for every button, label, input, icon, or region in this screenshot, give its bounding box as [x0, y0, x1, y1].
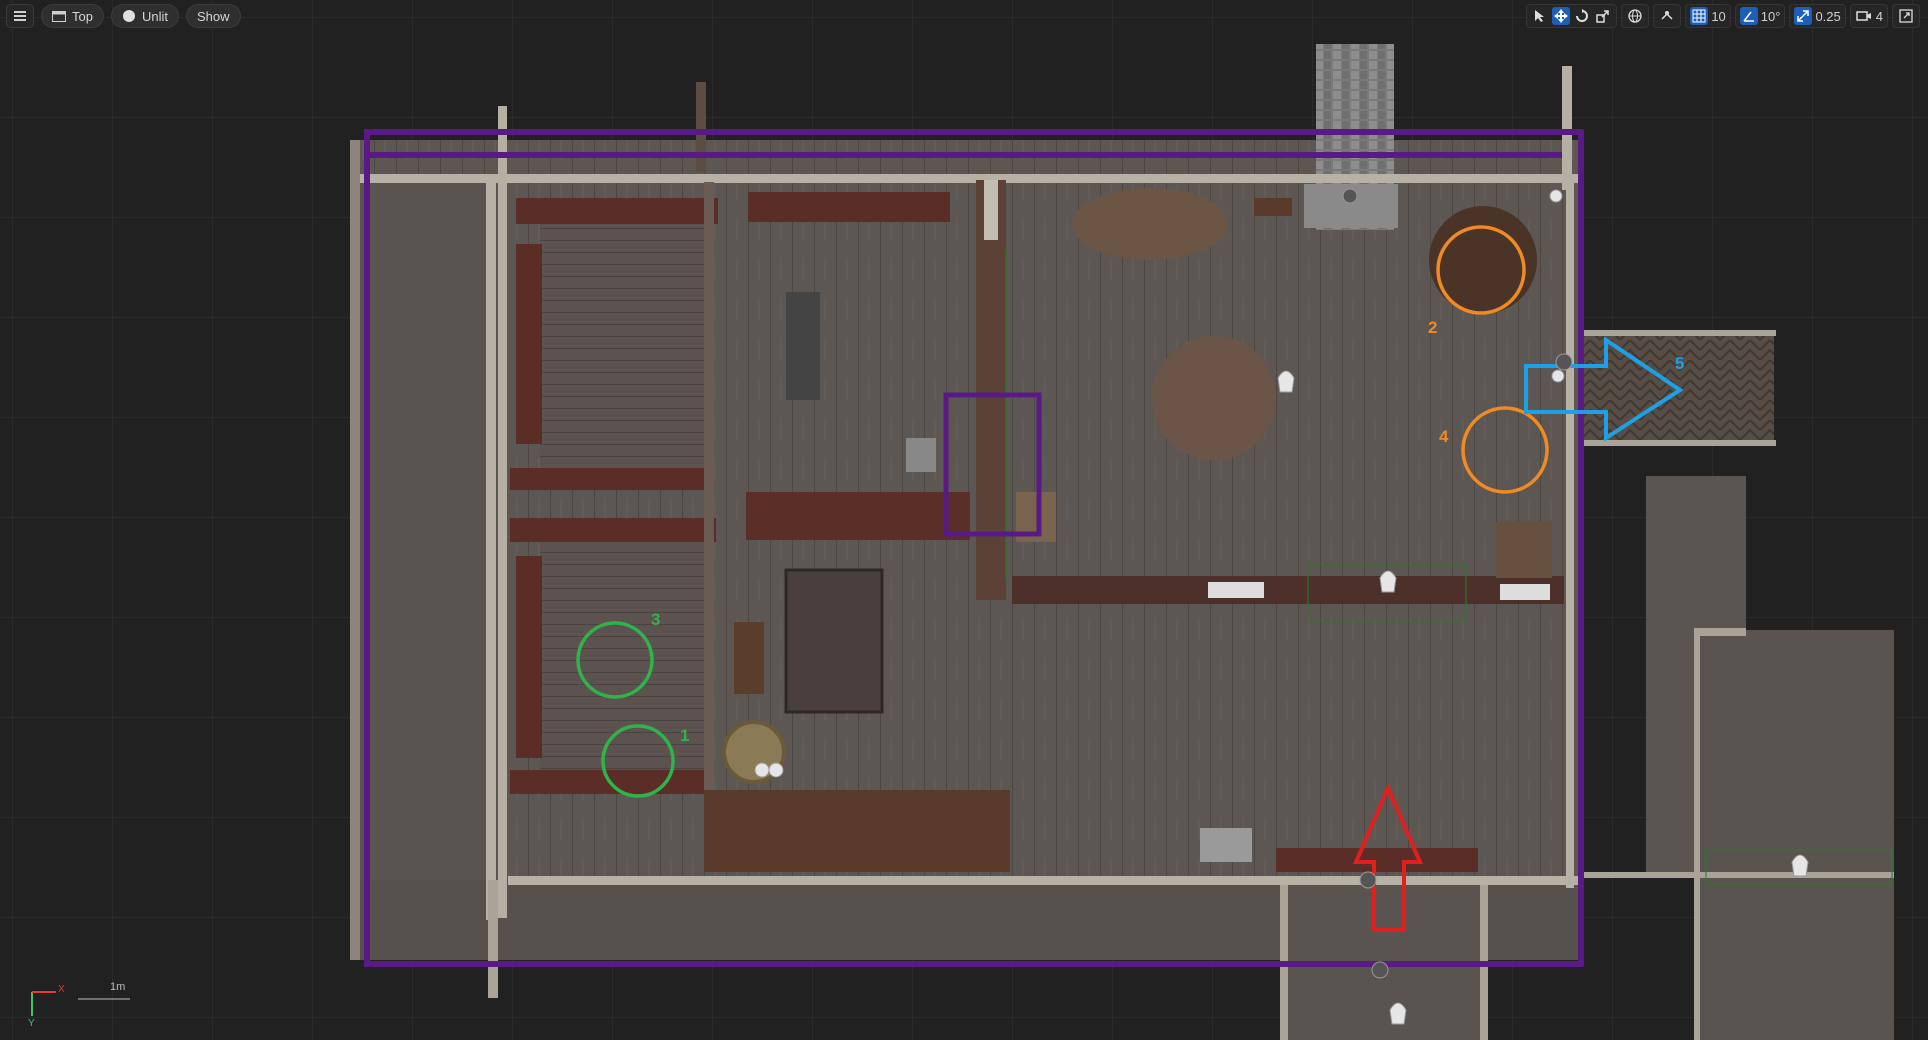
view-mode-button[interactable]: Top	[41, 4, 104, 28]
blue-arrow-label: 5	[1675, 354, 1685, 373]
scale-label: 1m	[110, 981, 126, 993]
show-label: Show	[196, 8, 230, 24]
center-partition	[976, 180, 1006, 600]
bed-top	[540, 222, 704, 468]
grid-snap-control[interactable]: 10	[1685, 4, 1731, 28]
lighting-mode-button[interactable]: Unlit	[110, 4, 179, 28]
rotate-tool-icon[interactable]	[1573, 7, 1591, 25]
long-table	[746, 492, 970, 540]
green-marker-3-label: 3	[651, 610, 661, 629]
coordinate-space-toggle[interactable]	[1621, 4, 1650, 28]
grid-snap-icon	[1690, 7, 1709, 25]
surface-snap-icon	[1658, 7, 1676, 25]
camera-speed-control[interactable]: 4	[1849, 4, 1888, 28]
lighting-mode-label: Unlit	[141, 8, 168, 24]
orange-marker-2-label: 2	[1428, 318, 1438, 337]
rotation-snap-control[interactable]: 10°	[1734, 4, 1786, 28]
camera-icon	[1855, 7, 1873, 25]
orange-marker-4-label: 4	[1439, 427, 1449, 446]
sphere-icon	[122, 9, 136, 23]
maximize-viewport-button[interactable]	[1892, 4, 1920, 28]
axis-gizmo: X Y	[26, 984, 66, 1029]
left-porch-floor	[356, 178, 488, 960]
translate-tool-icon[interactable]	[1552, 7, 1571, 25]
scale-tool-icon[interactable]	[1594, 7, 1612, 25]
oval-table	[1072, 188, 1228, 260]
scale-snap-icon	[1794, 7, 1813, 25]
level-viewport[interactable]: 3 1 2 4 5 X Y 1m Top Unlit Show 10 10° 0…	[0, 0, 1928, 1040]
viewport-window-icon	[52, 10, 66, 22]
viewport-menu-button[interactable]	[6, 4, 34, 28]
round-table-top-right	[1429, 206, 1537, 314]
north-wall	[354, 174, 1582, 183]
south-wall	[508, 876, 1580, 885]
south-bench	[704, 790, 1010, 872]
dark-rug	[786, 292, 820, 400]
level-top-view	[350, 44, 1894, 1040]
grid-snap-value: 10	[1711, 8, 1726, 24]
persian-rug	[784, 568, 884, 714]
viewport-toolbar-left: Top Unlit Show	[6, 4, 241, 28]
rotation-snap-value: 10°	[1760, 8, 1781, 24]
camera-speed-value: 4	[1875, 8, 1883, 24]
transform-tools	[1526, 4, 1618, 28]
scale-bar: 1m	[78, 981, 134, 1005]
viewport-toolbar-right: 10 10° 0.25 4	[1526, 4, 1920, 28]
view-mode-label: Top	[72, 8, 93, 24]
west-outer-wall	[350, 140, 360, 960]
axis-x-label: X	[58, 984, 65, 995]
axis-y-label: Y	[28, 1018, 35, 1029]
globe-icon	[1626, 7, 1644, 25]
scale-snap-control[interactable]: 0.25	[1789, 4, 1846, 28]
green-marker-1-label: 1	[680, 726, 690, 745]
east-wall	[1566, 178, 1574, 888]
scale-snap-value: 0.25	[1815, 8, 1841, 24]
counter	[1012, 576, 1564, 604]
southeast-room-floor	[1694, 630, 1894, 1040]
surface-snap-toggle[interactable]	[1653, 4, 1682, 28]
hamburger-icon	[14, 11, 26, 21]
south-hall-floor	[1282, 880, 1486, 1040]
west-inner-wall	[486, 180, 496, 920]
angle-snap-icon	[1739, 7, 1758, 25]
round-rug	[1152, 336, 1276, 460]
select-tool-icon[interactable]	[1531, 7, 1549, 25]
maximize-icon	[1897, 7, 1915, 25]
show-menu-button[interactable]: Show	[185, 4, 241, 28]
